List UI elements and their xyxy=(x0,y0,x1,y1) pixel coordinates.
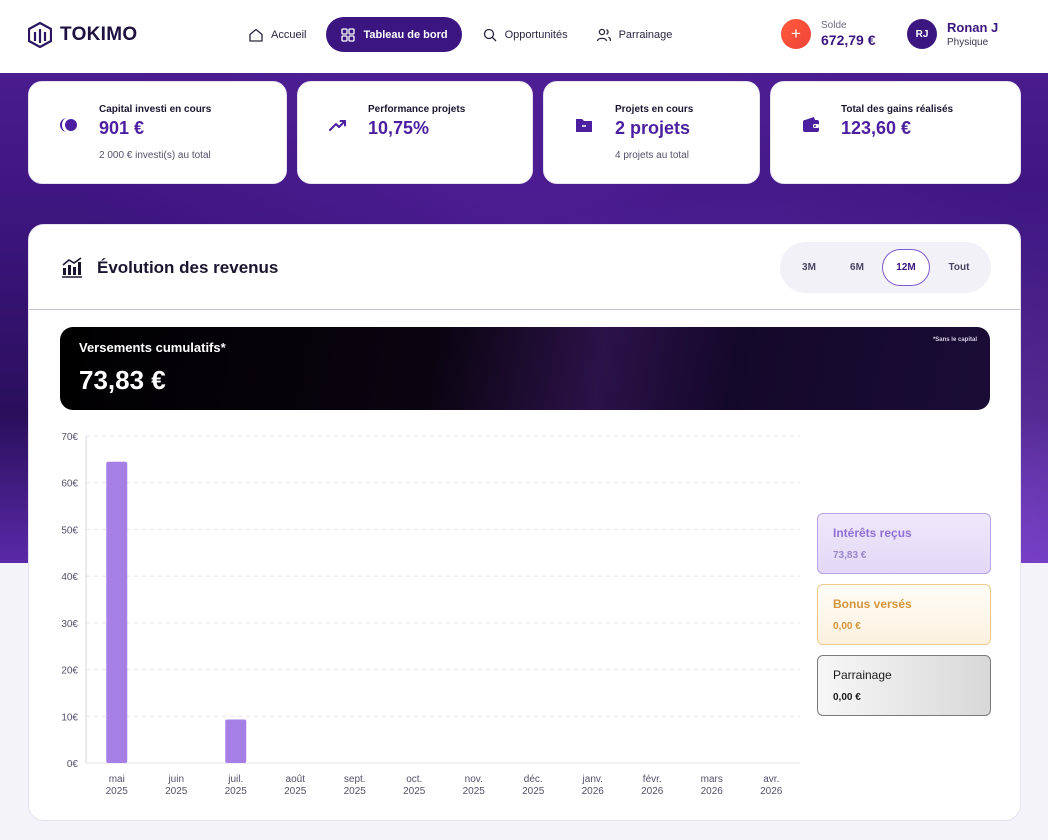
wallet-icon xyxy=(803,117,819,132)
nav-item-parrainage[interactable]: Parrainage xyxy=(588,17,681,52)
user-menu[interactable]: RJ Ronan J Physique xyxy=(907,19,998,49)
legend-value: 73,83 € xyxy=(833,550,867,561)
stat-label: Projets en cours xyxy=(615,104,694,115)
x-tick-label-month: mars xyxy=(701,774,723,785)
y-tick-label: 20€ xyxy=(61,666,78,677)
x-tick-label-month: août xyxy=(286,774,306,785)
nav-item-label: Tableau de bord xyxy=(363,28,448,41)
user-type: Physique xyxy=(947,37,989,48)
y-tick-label: 0€ xyxy=(67,759,79,770)
stat-label: Total des gains réalisés xyxy=(841,104,954,115)
grid-icon xyxy=(341,27,356,42)
stat-card-performance: Performance projets 10,75% xyxy=(297,81,533,184)
y-tick-label: 10€ xyxy=(61,712,78,723)
y-tick-label: 40€ xyxy=(61,572,78,583)
stat-card-projets: Projets en cours 2 projets 4 projets au … xyxy=(543,81,760,184)
folder-icon xyxy=(576,119,592,132)
bar-chart-icon xyxy=(62,257,82,278)
nav-item-label: Opportunités xyxy=(504,28,568,41)
y-tick-label: 60€ xyxy=(61,479,78,490)
logo-icon xyxy=(28,22,52,48)
x-tick-label-year: 2025 xyxy=(463,786,486,797)
x-tick-label-month: déc. xyxy=(524,774,543,785)
panel-header: Évolution des revenus 3M 6M 12M Tout xyxy=(29,225,1020,310)
x-tick-label-month: juil. xyxy=(227,774,243,785)
x-tick-label-month: juin xyxy=(167,774,184,785)
stat-label: Capital investi en cours xyxy=(99,104,212,115)
x-tick-label-month: janv. xyxy=(582,774,603,785)
nav-item-label: Accueil xyxy=(271,28,307,41)
y-tick-label: 70€ xyxy=(61,432,78,443)
stat-card-capital: Capital investi en cours 901 € 2 000 € i… xyxy=(28,81,287,184)
pie-icon xyxy=(60,118,77,132)
x-tick-label-year: 2026 xyxy=(701,786,724,797)
stat-value: 123,60 € xyxy=(841,118,912,138)
x-tick-label-year: 2025 xyxy=(225,786,248,797)
range-selector: 3M 6M 12M Tout xyxy=(780,242,991,293)
home-icon xyxy=(249,28,263,42)
stat-sub: 4 projets au total xyxy=(615,150,689,161)
cumulative-value: 73,83 € xyxy=(79,365,166,395)
nav-item-tableau-de-bord[interactable]: Tableau de bord xyxy=(326,17,462,52)
y-tick-label: 30€ xyxy=(61,619,78,630)
x-tick-label-year: 2026 xyxy=(582,786,605,797)
legend-value: 0,00 € xyxy=(833,692,861,703)
x-tick-label-year: 2025 xyxy=(284,786,307,797)
range-tab-12m[interactable]: 12M xyxy=(882,249,930,286)
x-tick-label-month: sept. xyxy=(344,774,366,785)
bar xyxy=(225,719,247,763)
stat-value: 901 € xyxy=(99,118,145,138)
trend-up-icon xyxy=(329,120,346,131)
x-tick-label-year: 2025 xyxy=(165,786,188,797)
cumulative-payments-banner: Versements cumulatifs* 73,83 € *Sans le … xyxy=(60,327,990,410)
nav-item-accueil[interactable]: Accueil xyxy=(240,17,314,52)
legend-value: 0,00 € xyxy=(833,621,861,632)
x-tick-label-year: 2026 xyxy=(760,786,783,797)
stat-card-gains: Total des gains réalisés 123,60 € xyxy=(770,81,1021,184)
balance-widget: + Solde 672,79 € xyxy=(781,19,876,49)
stat-sub: 2 000 € investi(s) au total xyxy=(99,150,211,161)
plus-icon[interactable]: + xyxy=(781,19,811,49)
x-tick-label-month: mai xyxy=(109,774,125,785)
legend-bonus[interactable]: Bonus versés 0,00 € xyxy=(817,584,991,645)
user-name: Ronan J xyxy=(947,20,999,35)
x-tick-label-month: oct. xyxy=(406,774,422,785)
brand-name: TOKIMO xyxy=(60,24,138,45)
stat-label: Performance projets xyxy=(368,104,466,115)
legend-interets[interactable]: Intérêts reçus 73,83 € xyxy=(817,513,991,574)
x-tick-label-month: avr. xyxy=(763,774,779,785)
revenue-bar-chart: 0€10€20€30€40€50€60€70€mai2025juin2025ju… xyxy=(61,432,800,797)
range-tab-3m[interactable]: 3M xyxy=(785,249,833,286)
nav-item-label: Parrainage xyxy=(618,28,673,41)
range-tab-tout[interactable]: Tout xyxy=(935,249,983,286)
stat-value: 10,75% xyxy=(368,118,430,138)
x-tick-label-year: 2025 xyxy=(522,786,545,797)
balance-value: 672,79 € xyxy=(821,32,876,48)
y-tick-label: 50€ xyxy=(61,525,78,536)
cumulative-title: Versements cumulatifs* xyxy=(79,340,226,355)
legend-name: Intérêts reçus xyxy=(833,526,912,540)
range-tab-6m[interactable]: 6M xyxy=(833,249,881,286)
search-icon xyxy=(483,28,497,41)
cumulative-note: *Sans le capital xyxy=(932,337,977,343)
main-nav: Accueil Tableau de bord Opportunités Par… xyxy=(240,17,680,52)
users-icon xyxy=(596,28,611,41)
panel-title: Évolution des revenus xyxy=(97,258,279,277)
legend-name: Bonus versés xyxy=(833,597,912,611)
top-navigation-bar: TOKIMO Accueil Tableau de bord Opportuni… xyxy=(0,0,1048,73)
x-tick-label-year: 2025 xyxy=(344,786,367,797)
x-tick-label-year: 2025 xyxy=(403,786,426,797)
legend-parrainage[interactable]: Parrainage 0,00 € xyxy=(817,655,991,716)
stat-value: 2 projets xyxy=(615,118,691,138)
brand-logo[interactable]: TOKIMO xyxy=(28,22,137,48)
avatar: RJ xyxy=(907,19,937,49)
balance-label: Solde xyxy=(821,20,847,31)
x-tick-label-month: nov. xyxy=(465,774,483,785)
x-tick-label-year: 2025 xyxy=(106,786,129,797)
nav-item-opportunites[interactable]: Opportunités xyxy=(474,17,576,52)
bar xyxy=(106,461,128,763)
legend-name: Parrainage xyxy=(833,668,892,682)
x-tick-label-year: 2026 xyxy=(641,786,664,797)
x-tick-label-month: févr. xyxy=(643,774,662,785)
